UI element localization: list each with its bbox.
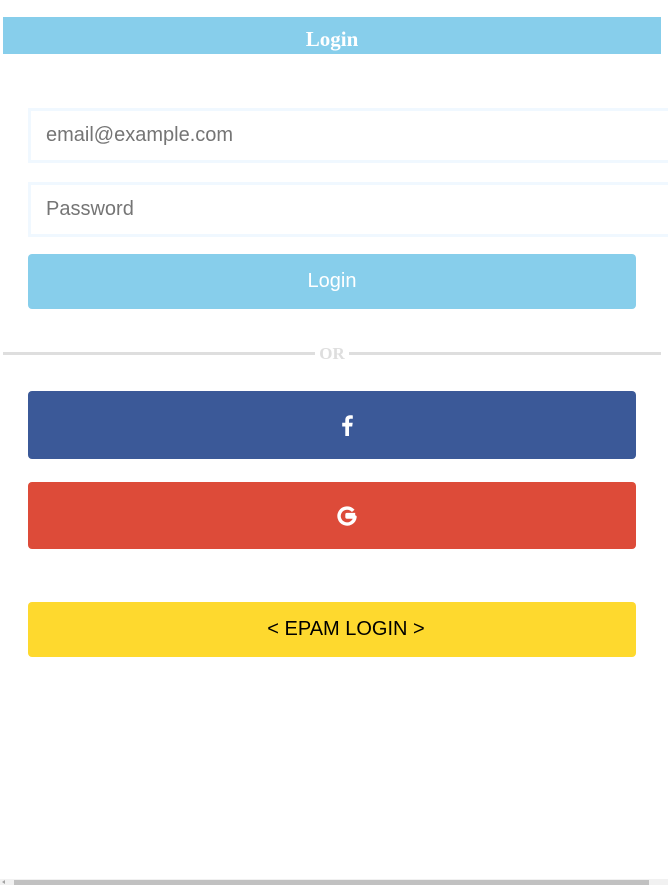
password-field[interactable]	[28, 182, 668, 237]
epam-login-label: < EPAM LOGIN >	[267, 618, 425, 640]
epam-login-button[interactable]: < EPAM LOGIN >	[28, 602, 636, 657]
or-label: OR	[319, 344, 345, 363]
facebook-icon	[335, 413, 359, 437]
scroll-left-arrow-icon[interactable]	[2, 880, 5, 884]
page-header: Login	[3, 17, 661, 54]
divider-line-left	[3, 352, 315, 355]
facebook-login-button[interactable]	[28, 391, 636, 459]
login-button[interactable]: Login	[28, 254, 636, 309]
google-login-button[interactable]	[28, 482, 636, 549]
divider-line-right	[349, 352, 661, 355]
google-icon	[335, 504, 359, 528]
horizontal-scrollbar[interactable]	[0, 879, 668, 885]
scrollbar-thumb[interactable]	[14, 880, 649, 885]
page-title: Login	[305, 27, 359, 51]
email-field[interactable]	[28, 108, 668, 163]
or-divider: OR	[3, 344, 661, 364]
login-button-label: Login	[307, 270, 357, 292]
